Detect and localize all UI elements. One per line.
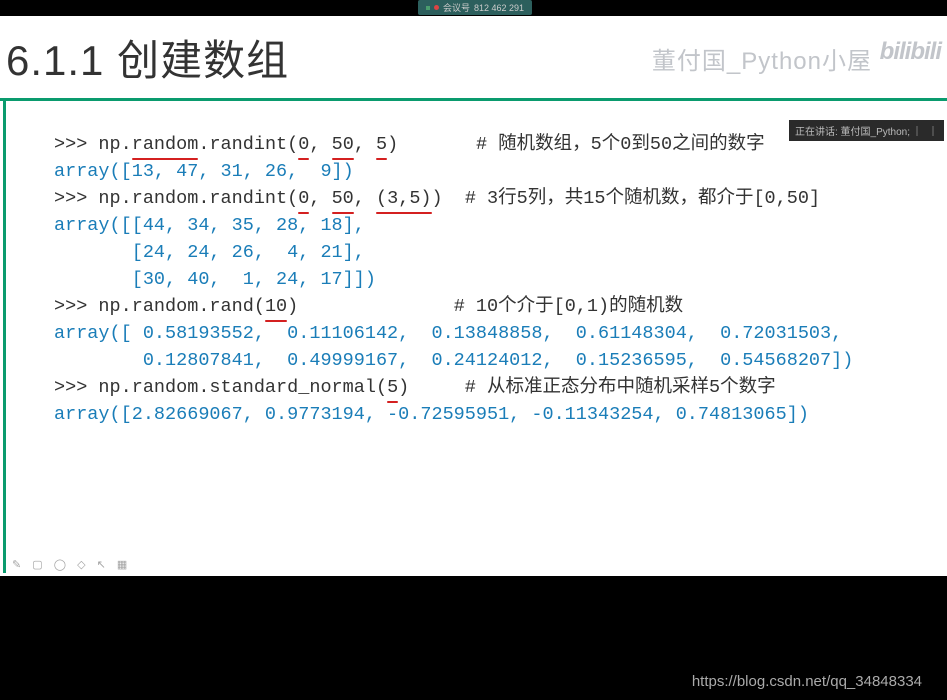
code-output-3b: 0.12807841, 0.49999167, 0.24124012, 0.15… <box>54 347 942 374</box>
code-line-4: >>> np.random.standard_normal(5) # 从标准正态… <box>54 374 942 401</box>
annotation-toolbar[interactable]: ✎ ▢ ◯ ◇ ↖ ▦ <box>12 558 131 571</box>
code-output-1: array([13, 47, 31, 26, 9]) <box>54 158 942 185</box>
title-bar: 6.1.1 创建数组 董付国_Python小屋 bilibili <box>0 16 947 101</box>
author-watermark: 董付国_Python小屋 <box>652 41 872 76</box>
code-line-3: >>> np.random.rand(10) # 10个介于[0,1)的随机数 <box>54 293 942 320</box>
recording-icon <box>434 5 439 10</box>
code-output-2c: [30, 40, 1, 24, 17]]) <box>54 266 942 293</box>
slide: 6.1.1 创建数组 董付国_Python小屋 bilibili 正在讲话: 董… <box>0 16 947 576</box>
source-url: https://blog.csdn.net/qq_34848334 <box>692 673 922 690</box>
meeting-id-badge: 会议号 812 462 291 <box>418 0 532 15</box>
code-output-4: array([2.82669067, 0.9773194, -0.7259595… <box>54 401 942 428</box>
speaking-status-text: 正在讲话: 董付国_Python; <box>795 123 910 138</box>
slide-title: 6.1.1 创建数组 <box>6 27 289 88</box>
meeting-number: 812 462 291 <box>474 3 524 13</box>
bilibili-logo: bilibili <box>880 38 941 66</box>
code-line-2: >>> np.random.randint(0, 50, (3,5)) # 3行… <box>54 185 942 212</box>
drag-handle-icon[interactable] <box>916 126 934 136</box>
signal-icon <box>426 6 430 10</box>
code-output-2b: [24, 24, 26, 4, 21], <box>54 239 942 266</box>
code-output-2a: array([[44, 34, 35, 28, 18], <box>54 212 942 239</box>
speaking-status-overlay[interactable]: 正在讲话: 董付国_Python; <box>789 120 944 141</box>
meeting-label: 会议号 <box>443 1 470 14</box>
slide-content: >>> np.random.randint(0, 50, 5) # 随机数组，5… <box>3 101 947 573</box>
code-output-3a: array([ 0.58193552, 0.11106142, 0.138488… <box>54 320 942 347</box>
